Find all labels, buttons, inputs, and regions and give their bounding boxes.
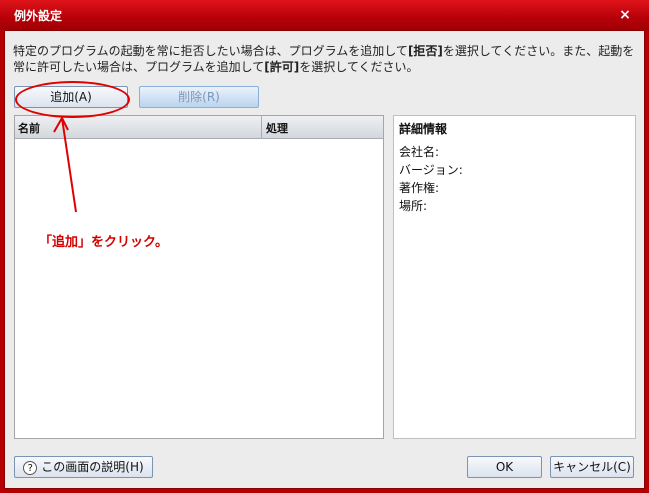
column-header-name[interactable]: 名前 xyxy=(18,120,40,136)
title-bar[interactable]: 例外設定 × xyxy=(0,0,649,30)
description-part1: 特定のプログラムの起動を常に拒否したい場合は、プログラムを追加して xyxy=(13,44,408,58)
list-header: 名前 処理 xyxy=(15,116,383,139)
details-location: 場所: xyxy=(399,199,428,213)
details-panel: 詳細情報 会社名: バージョン: 著作権: 場所: xyxy=(393,115,636,439)
window-title: 例外設定 xyxy=(14,9,63,23)
description-text: 特定のプログラムの起動を常に拒否したい場合は、プログラムを追加して[拒否] を選択… xyxy=(13,43,635,75)
annotation-text: 「追加」をクリック。 xyxy=(39,235,168,250)
close-icon[interactable]: × xyxy=(615,5,635,25)
dialog-window: 例外設定 × 特定のプログラムの起動を常に拒否したい場合は、プログラムを追加して… xyxy=(0,0,649,493)
column-header-action[interactable]: 処理 xyxy=(266,120,288,136)
delete-button[interactable]: 削除(R) xyxy=(139,86,259,108)
details-title: 詳細情報 xyxy=(399,122,448,136)
column-separator[interactable] xyxy=(261,116,262,138)
program-list[interactable]: 名前 処理 xyxy=(14,115,384,439)
details-copyright: 著作権: xyxy=(399,181,440,195)
help-button[interactable]: ? この画面の説明(H) xyxy=(14,456,153,478)
description-part3: を選択してください。 xyxy=(299,60,419,74)
cancel-button[interactable]: キャンセル(C) xyxy=(550,456,634,478)
allow-keyword: [許可] xyxy=(264,60,300,74)
help-button-label: この画面の説明(H) xyxy=(41,460,144,474)
details-version: バージョン: xyxy=(399,163,463,177)
ok-button[interactable]: OK xyxy=(467,456,542,478)
help-icon: ? xyxy=(23,460,38,475)
deny-keyword: [拒否] xyxy=(407,44,443,58)
details-company: 会社名: xyxy=(399,145,440,159)
annotation-highlight-ellipse xyxy=(15,81,130,118)
